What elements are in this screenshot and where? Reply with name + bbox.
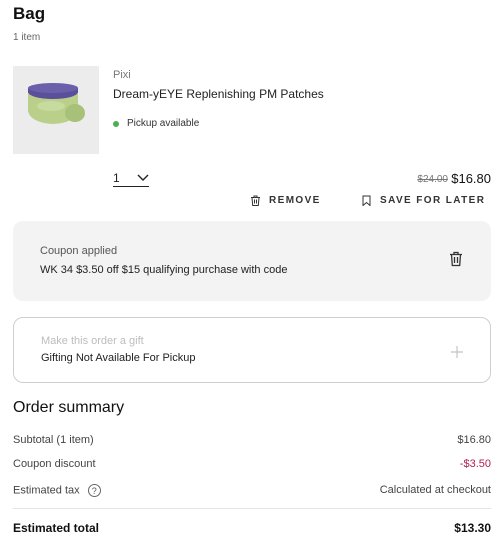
bookmark-icon — [362, 195, 371, 206]
chevron-down-icon — [137, 174, 149, 181]
original-price: $24.00 — [417, 174, 448, 185]
coupon-discount-label: Coupon discount — [13, 458, 96, 470]
order-summary-title: Order summary — [13, 399, 125, 416]
sale-price: $16.80 — [451, 171, 491, 186]
quantity-value: 1 — [113, 171, 120, 185]
trash-icon[interactable] — [449, 251, 463, 267]
estimated-tax-label: Estimated tax — [13, 484, 80, 497]
product-brand[interactable]: Pixi — [113, 69, 131, 81]
quantity-select[interactable]: 1 — [113, 170, 149, 187]
save-for-later-label: SAVE FOR LATER — [380, 195, 486, 206]
save-for-later-button[interactable]: SAVE FOR LATER — [361, 195, 485, 206]
coupon-card: Coupon applied WK 34 $3.50 off $15 quali… — [13, 221, 491, 301]
remove-button[interactable]: REMOVE — [250, 195, 321, 206]
estimated-tax-value: Calculated at checkout — [379, 484, 491, 496]
help-icon[interactable]: ? — [87, 484, 101, 497]
coupon-description: WK 34 $3.50 off $15 qualifying purchase … — [40, 264, 288, 276]
summary-divider — [13, 508, 491, 509]
gift-label: Make this order a gift — [41, 335, 144, 347]
product-image[interactable] — [13, 66, 99, 154]
product-name[interactable]: Dream-yEYE Replenishing PM Patches — [113, 87, 324, 101]
plus-icon[interactable] — [450, 345, 464, 359]
estimated-total-value: $13.30 — [454, 521, 491, 535]
coupon-label: Coupon applied — [40, 245, 118, 257]
remove-label: REMOVE — [269, 195, 321, 206]
pickup-status: Pickup available — [113, 118, 199, 129]
estimated-total-label: Estimated total — [13, 521, 100, 535]
bag-title: Bag — [13, 4, 46, 23]
subtotal-value: $16.80 — [457, 434, 491, 446]
subtotal-label: Subtotal (1 item) — [13, 434, 94, 446]
trash-icon — [251, 195, 260, 206]
product-jar-image — [13, 66, 99, 154]
estimated-tax-row: Estimated tax ? — [13, 484, 101, 497]
pickup-status-text: Pickup available — [127, 118, 200, 129]
item-count: 1 item — [13, 32, 41, 43]
gift-option-card[interactable]: Make this order a gift Gifting Not Avail… — [13, 317, 491, 383]
gift-status-text: Gifting Not Available For Pickup — [41, 352, 196, 364]
availability-dot-icon — [113, 120, 119, 127]
coupon-discount-value: -$3.50 — [459, 458, 491, 470]
